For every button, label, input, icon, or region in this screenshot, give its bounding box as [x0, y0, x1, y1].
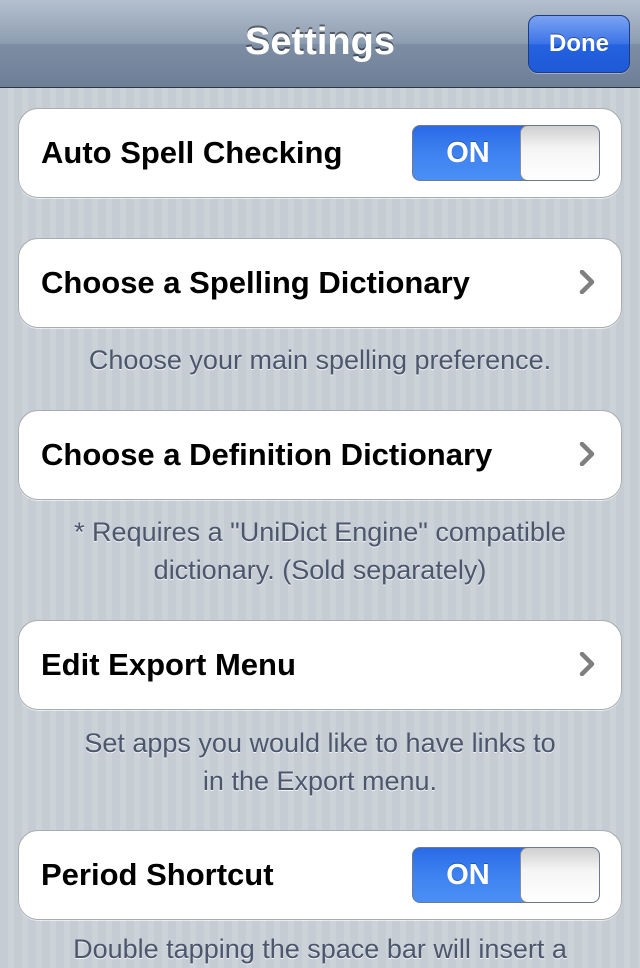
spelling-dictionary-footer: Choose your main spelling preference. — [88, 345, 552, 375]
export-footer-line2: in the Export menu. — [202, 766, 438, 796]
spelling-dictionary-label: Choose a Spelling Dictionary — [41, 265, 470, 300]
spelling-dictionary-cell[interactable]: Choose a Spelling Dictionary — [18, 238, 622, 328]
toggle-on-label: ON — [446, 859, 490, 891]
definition-dictionary-cell[interactable]: Choose a Definition Dictionary — [18, 410, 622, 500]
period-shortcut-label: Period Shortcut — [41, 857, 274, 892]
period-shortcut-footer: Double tapping the space bar will insert… — [73, 934, 567, 964]
toggle-knob[interactable] — [520, 126, 599, 180]
navigation-bar: Settings Done — [0, 0, 640, 88]
auto-spell-checking-label: Auto Spell Checking — [41, 135, 343, 170]
export-footer-line1: Set apps you would like to have links to — [84, 728, 556, 758]
definition-dictionary-footer: * Requires a "UniDict Engine" compatible… — [30, 513, 610, 589]
chevron-right-icon — [579, 270, 595, 294]
export-menu-footer: Set apps you would like to have links to… — [30, 724, 610, 800]
chevron-right-icon — [579, 652, 595, 676]
edit-export-menu-cell[interactable]: Edit Export Menu — [18, 620, 622, 710]
period-shortcut-toggle[interactable]: ON — [412, 847, 600, 903]
auto-spell-checking-cell: Auto Spell Checking ON — [18, 108, 622, 198]
definition-dictionary-label: Choose a Definition Dictionary — [41, 437, 493, 472]
period-shortcut-cell: Period Shortcut ON — [18, 830, 622, 920]
auto-spell-checking-toggle[interactable]: ON — [412, 125, 600, 181]
toggle-on-label: ON — [446, 137, 490, 169]
edit-export-menu-label: Edit Export Menu — [41, 647, 296, 682]
toggle-knob[interactable] — [520, 848, 599, 902]
definition-footer-line2: dictionary. (Sold separately) — [153, 555, 487, 585]
done-button[interactable]: Done — [528, 15, 630, 73]
definition-footer-line1: * Requires a "UniDict Engine" compatible — [74, 517, 566, 547]
chevron-right-icon — [579, 442, 595, 466]
